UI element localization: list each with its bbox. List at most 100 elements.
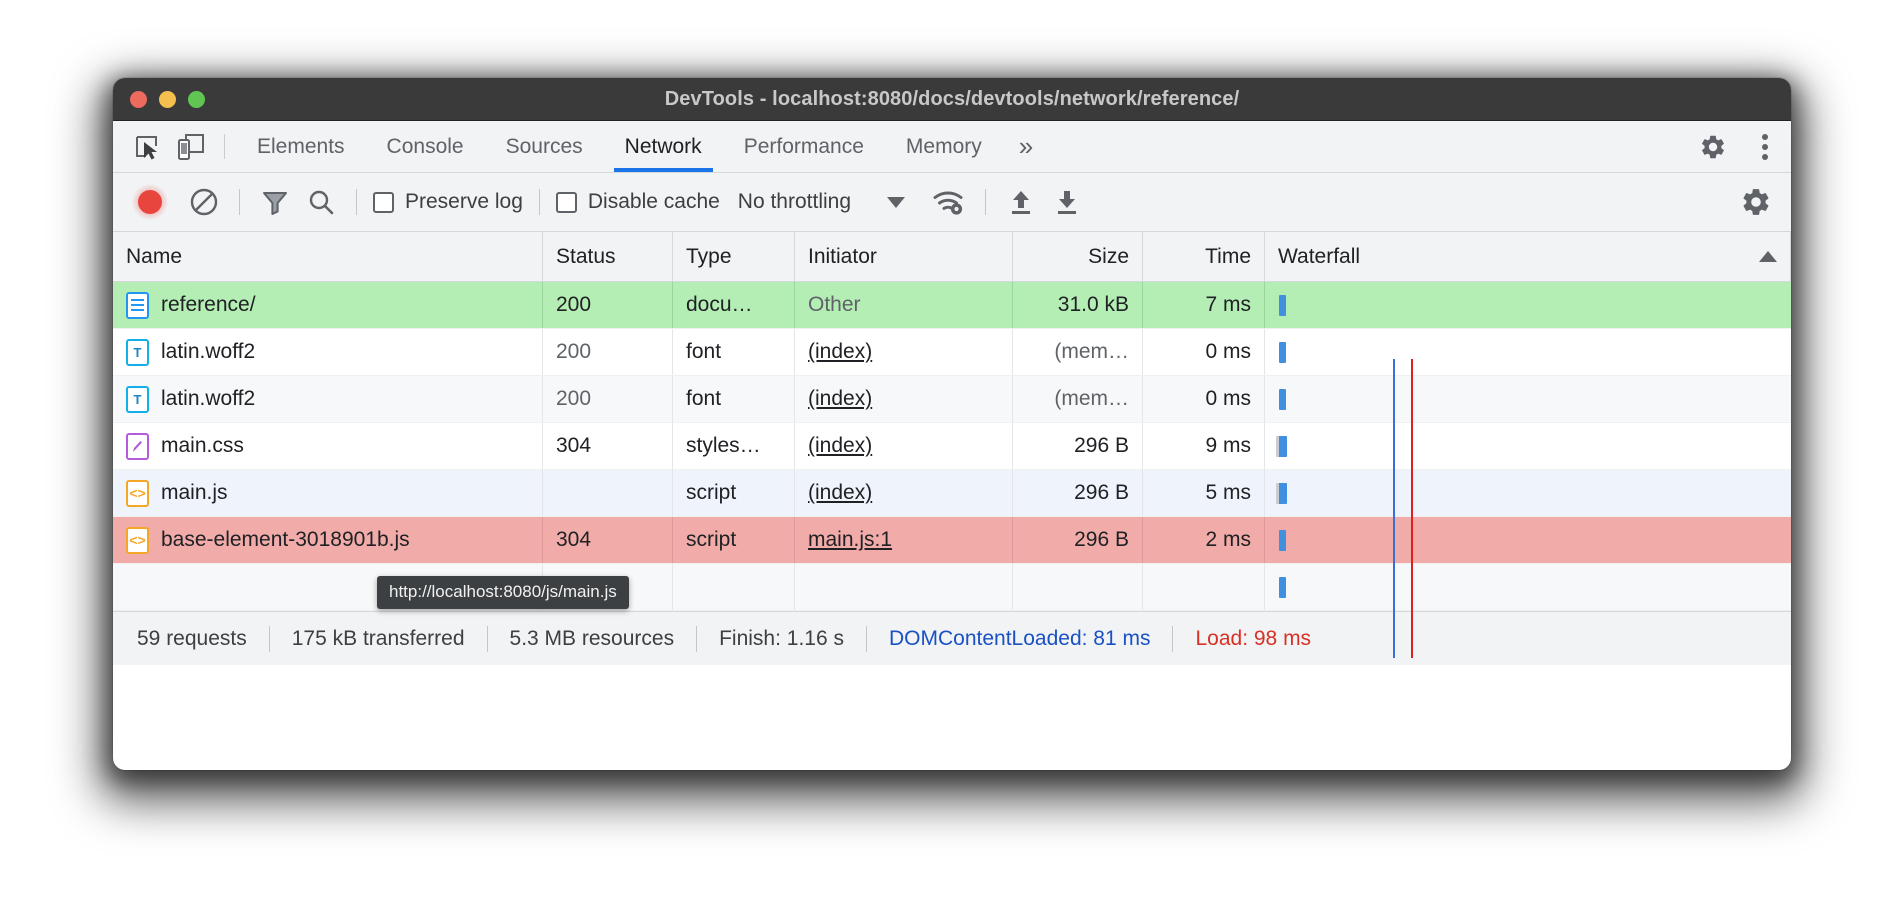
url-tooltip: http://localhost:8080/js/main.js xyxy=(377,576,629,609)
tab-sources[interactable]: Sources xyxy=(485,121,604,172)
cell-waterfall xyxy=(1265,329,1791,375)
cell-initiator: Other xyxy=(795,282,1013,328)
table-row[interactable]: main.css 304 styles… (index) 296 B 9 ms xyxy=(113,423,1791,470)
search-icon[interactable] xyxy=(298,179,344,225)
waterfall-bar xyxy=(1276,483,1287,504)
cell-time: 5 ms xyxy=(1143,470,1265,516)
toolbar-divider-1 xyxy=(239,189,240,215)
cell-initiator: (index) xyxy=(795,329,1013,375)
waterfall-bar xyxy=(1279,295,1286,316)
network-summary-bar: 59 requests 175 kB transferred 5.3 MB re… xyxy=(113,611,1791,665)
cell-status: 200 xyxy=(543,376,673,422)
script-icon: <> xyxy=(126,480,149,507)
cell-time: 0 ms xyxy=(1143,329,1265,375)
column-header-status[interactable]: Status xyxy=(543,232,673,281)
waterfall-bar xyxy=(1276,436,1287,457)
column-header-waterfall[interactable]: Waterfall xyxy=(1265,232,1791,281)
waterfall-track xyxy=(1265,282,1791,328)
tabbar-actions xyxy=(1664,121,1791,172)
close-window-button[interactable] xyxy=(130,91,147,108)
gear-icon[interactable] xyxy=(1733,179,1779,225)
summary-requests: 59 requests xyxy=(137,627,247,651)
script-icon: <> xyxy=(126,527,149,554)
disable-cache-checkbox[interactable]: Disable cache xyxy=(552,190,724,214)
disable-cache-box[interactable] xyxy=(556,192,577,213)
table-row[interactable]: reference/ 200 docu… Other 31.0 kB 7 ms xyxy=(113,282,1791,329)
window-title: DevTools - localhost:8080/docs/devtools/… xyxy=(113,88,1791,111)
preserve-log-label: Preserve log xyxy=(405,190,523,214)
cell-status: 304 xyxy=(543,517,673,563)
panel-tabs: Elements Console Sources Network Perform… xyxy=(236,121,1049,172)
minimize-window-button[interactable] xyxy=(159,91,176,108)
record-button-icon[interactable] xyxy=(127,179,173,225)
preserve-log-checkbox[interactable]: Preserve log xyxy=(369,190,527,214)
request-name: main.js xyxy=(161,481,228,505)
cell-size: 296 B xyxy=(1013,470,1143,516)
initiator-link[interactable]: (index) xyxy=(808,340,872,364)
request-name: base-element-3018901b.js xyxy=(161,528,410,552)
waterfall-track xyxy=(1265,517,1791,563)
inspect-element-icon[interactable] xyxy=(125,121,169,172)
column-header-name[interactable]: Name xyxy=(113,232,543,281)
waterfall-bar xyxy=(1279,342,1286,363)
cell-name[interactable]: T latin.woff2 xyxy=(113,376,543,422)
gear-icon[interactable] xyxy=(1687,133,1739,161)
waterfall-track xyxy=(1265,423,1791,469)
cell-name[interactable]: main.css xyxy=(113,423,543,469)
tab-network[interactable]: Network xyxy=(604,121,723,172)
maximize-window-button[interactable] xyxy=(188,91,205,108)
cell-time: 9 ms xyxy=(1143,423,1265,469)
network-toolbar: Preserve log Disable cache No throttling xyxy=(113,173,1791,232)
request-name: latin.woff2 xyxy=(161,340,255,364)
cell-initiator: (index) xyxy=(795,376,1013,422)
kebab-menu-icon[interactable] xyxy=(1739,132,1791,162)
cell-time: 2 ms xyxy=(1143,517,1265,563)
cell-waterfall xyxy=(1265,423,1791,469)
summary-domcontentloaded: DOMContentLoaded: 81 ms xyxy=(889,627,1150,651)
cell-type xyxy=(673,564,795,610)
cell-type: script xyxy=(673,517,795,563)
initiator-link[interactable]: (index) xyxy=(808,481,872,505)
clear-icon[interactable] xyxy=(181,179,227,225)
wifi-settings-icon[interactable] xyxy=(927,179,973,225)
toolbar-divider-2 xyxy=(356,189,357,215)
table-row[interactable]: <> base-element-3018901b.js 304 script m… xyxy=(113,517,1791,564)
tab-console[interactable]: Console xyxy=(366,121,485,172)
waterfall-bar xyxy=(1279,530,1286,551)
column-header-size[interactable]: Size xyxy=(1013,232,1143,281)
column-header-type[interactable]: Type xyxy=(673,232,795,281)
more-tabs-icon[interactable]: » xyxy=(1003,121,1049,172)
cell-time xyxy=(1143,564,1265,610)
table-row[interactable]: T latin.woff2 200 font (index) (mem… 0 m… xyxy=(113,376,1791,423)
download-arrow-icon[interactable] xyxy=(1044,179,1090,225)
cell-name[interactable]: <> base-element-3018901b.js xyxy=(113,517,543,563)
cell-initiator: (index) xyxy=(795,470,1013,516)
device-toolbar-icon[interactable] xyxy=(169,121,213,172)
toolbar-right-actions xyxy=(1733,179,1791,225)
throttling-dropdown[interactable]: No throttling xyxy=(738,190,905,214)
cell-status: 200 xyxy=(543,282,673,328)
waterfall-track xyxy=(1265,564,1791,610)
tab-memory[interactable]: Memory xyxy=(885,121,1003,172)
initiator-link[interactable]: main.js:1 xyxy=(808,528,892,552)
table-row[interactable] xyxy=(113,564,1791,611)
throttling-value: No throttling xyxy=(738,190,851,214)
table-row[interactable]: <> main.js script (index) 296 B 5 ms xyxy=(113,470,1791,517)
column-header-initiator[interactable]: Initiator xyxy=(795,232,1013,281)
chevron-down-icon xyxy=(887,197,905,208)
filter-icon[interactable] xyxy=(252,179,298,225)
cell-name[interactable]: reference/ xyxy=(113,282,543,328)
tab-elements[interactable]: Elements xyxy=(236,121,366,172)
preserve-log-box[interactable] xyxy=(373,192,394,213)
summary-divider-3 xyxy=(696,626,697,652)
cell-type: font xyxy=(673,376,795,422)
initiator-link[interactable]: (index) xyxy=(808,387,872,411)
initiator-link[interactable]: (index) xyxy=(808,434,872,458)
table-row[interactable]: T latin.woff2 200 font (index) (mem… 0 m… xyxy=(113,329,1791,376)
tab-performance[interactable]: Performance xyxy=(723,121,885,172)
devtools-tabbar: Elements Console Sources Network Perform… xyxy=(113,121,1791,173)
column-header-time[interactable]: Time xyxy=(1143,232,1265,281)
cell-name[interactable]: <> main.js xyxy=(113,470,543,516)
upload-arrow-icon[interactable] xyxy=(998,179,1044,225)
cell-name[interactable]: T latin.woff2 xyxy=(113,329,543,375)
